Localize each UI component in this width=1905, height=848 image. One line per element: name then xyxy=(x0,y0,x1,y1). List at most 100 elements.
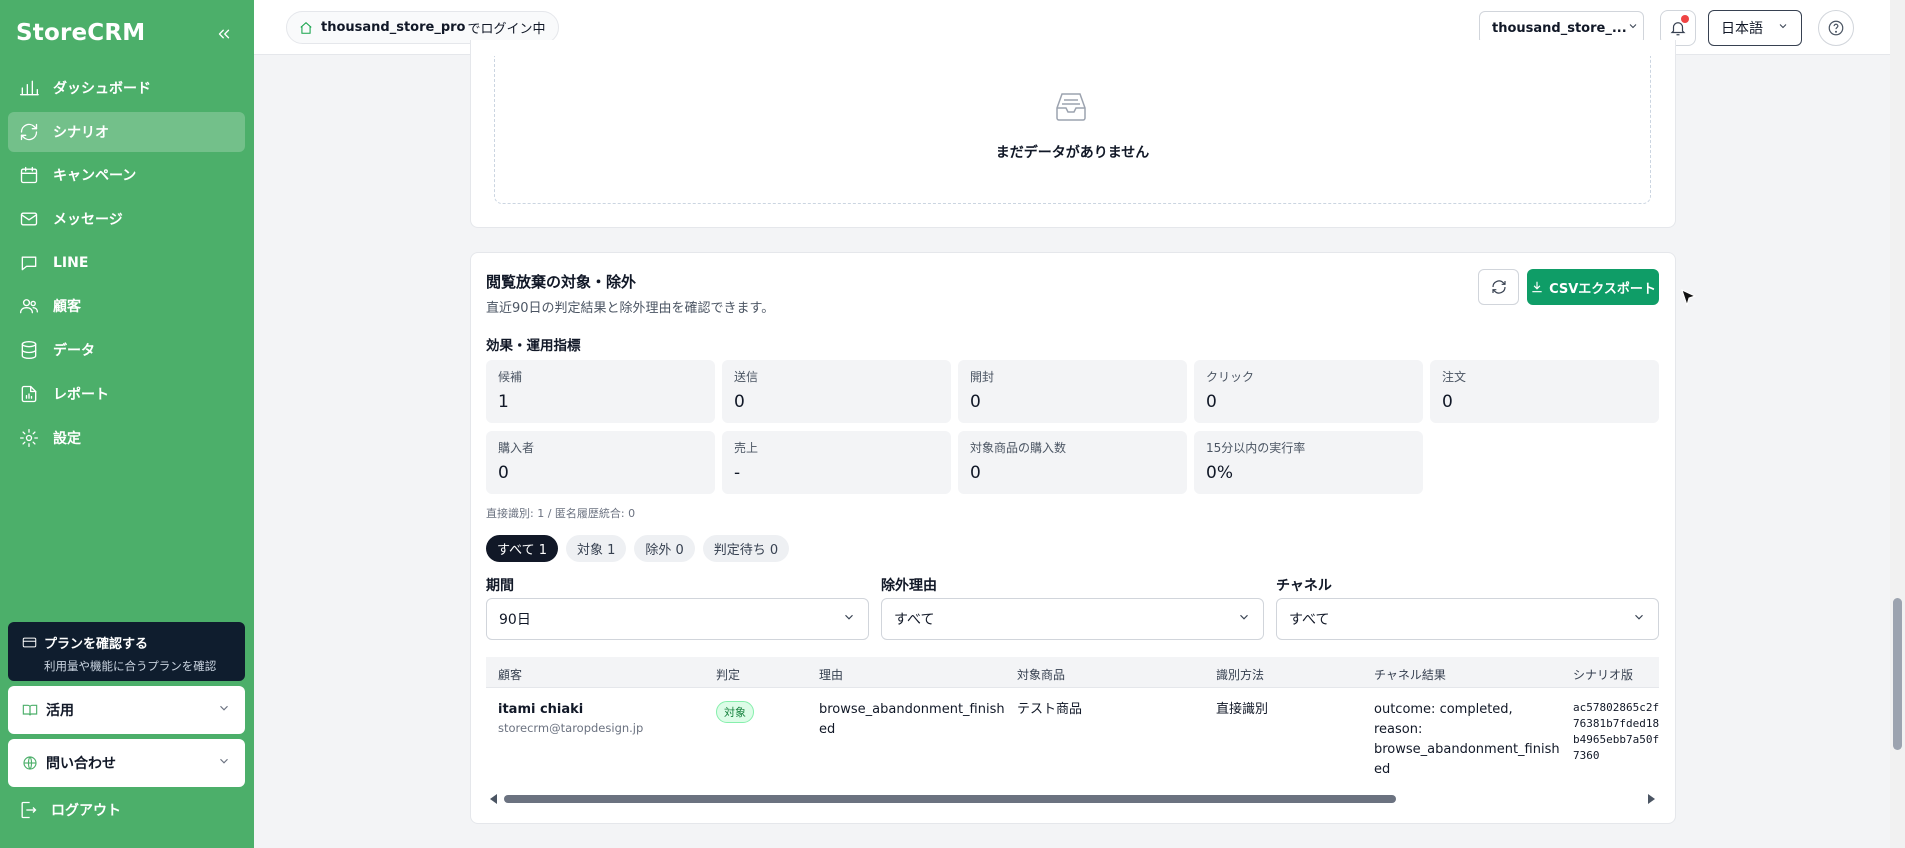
reason-cell: browse_abandonment_finish xyxy=(819,702,1005,717)
scrollbar-thumb[interactable] xyxy=(504,795,1396,803)
sidebar-item-label: 設定 xyxy=(53,430,81,447)
metric-label: 対象商品の購入数 xyxy=(970,441,1067,455)
table-header: 顧客 判定 理由 対象商品 識別方法 チャネル結果 シナリオ版 xyxy=(486,657,1659,688)
sidebar-item-label: シナリオ xyxy=(53,124,109,141)
scrollbar-thumb[interactable] xyxy=(1893,598,1902,750)
contact-accordion[interactable]: 問い合わせ xyxy=(8,739,245,787)
column-header: 理由 xyxy=(819,668,844,682)
home-icon xyxy=(300,21,312,34)
plan-card[interactable]: プランを確認する 利用量や機能に合うプランを確認 xyxy=(8,622,245,681)
channel-select[interactable]: すべて xyxy=(1276,598,1659,640)
channel-result-line: outcome: completed, xyxy=(1374,702,1513,717)
csv-export-button[interactable]: CSVエクスポート xyxy=(1527,269,1659,305)
reason-cell-cont: ed xyxy=(819,722,836,737)
sidebar-item-scenario[interactable]: シナリオ xyxy=(8,111,245,152)
metric-label: 注文 xyxy=(1442,370,1467,384)
period-select[interactable]: 90日 xyxy=(486,598,869,640)
inbox-icon xyxy=(1051,86,1091,126)
chevron-down-icon xyxy=(217,701,231,719)
sidebar-item-label: 顧客 xyxy=(53,299,81,316)
sidebar-item-campaign[interactable]: キャンペーン xyxy=(8,155,245,195)
metric-card: 候補 1 xyxy=(486,360,715,423)
column-header: 顧客 xyxy=(498,668,523,682)
gear-icon xyxy=(18,427,40,449)
sidebar-item-line[interactable]: LINE xyxy=(8,243,245,283)
help-icon xyxy=(1828,20,1844,36)
period-label: 期間 xyxy=(486,578,514,594)
csv-export-label: CSVエクスポート xyxy=(1549,281,1656,297)
mail-icon xyxy=(18,208,40,230)
channel-label: チャネル xyxy=(1276,578,1332,594)
metric-label: 売上 xyxy=(734,441,759,455)
chevron-down-icon xyxy=(1777,20,1789,36)
sidebar-item-report[interactable]: レポート xyxy=(8,374,245,414)
sidebar-item-label: LINE xyxy=(53,254,89,271)
sidebar-item-label: ダッシュボード xyxy=(53,81,151,97)
sidebar-item-dashboard[interactable]: ダッシュボード xyxy=(8,68,245,108)
metric-label: クリック xyxy=(1206,370,1255,384)
refresh-button[interactable] xyxy=(1478,269,1519,305)
channel-result-line: browse_abandonment_finish xyxy=(1374,742,1560,757)
reason-value: すべて xyxy=(894,612,935,628)
column-header: 識別方法 xyxy=(1216,668,1265,682)
column-header: 対象商品 xyxy=(1017,668,1066,682)
sidebar-item-message[interactable]: メッセージ xyxy=(8,199,245,239)
chip-pending[interactable]: 判定待ち 0 xyxy=(702,535,790,562)
language-select[interactable]: 日本語 xyxy=(1708,10,1802,46)
brand-logo: StoreCRM xyxy=(16,20,146,46)
chip-target[interactable]: 対象 1 xyxy=(565,535,627,562)
scroll-left-arrow[interactable] xyxy=(490,794,497,804)
column-header: 判定 xyxy=(716,668,741,682)
users-icon xyxy=(18,295,40,317)
judgement-badge: 対象 xyxy=(716,701,754,723)
metric-card: 送信 0 xyxy=(722,360,951,423)
sidebar-item-data[interactable]: データ xyxy=(8,330,245,370)
globe-icon xyxy=(23,756,37,770)
metric-value: 0 xyxy=(498,463,509,483)
reason-select[interactable]: すべて xyxy=(881,598,1264,640)
logout-button[interactable]: ログアウト xyxy=(18,800,121,820)
channel-result-line: reason: xyxy=(1374,722,1423,737)
help-button[interactable] xyxy=(1818,10,1854,46)
period-value: 90日 xyxy=(499,612,531,628)
chevron-down-icon xyxy=(217,754,231,772)
sidebar-item-label: レポート xyxy=(53,386,109,403)
metric-label: 候補 xyxy=(498,370,523,384)
page-vertical-scrollbar[interactable] xyxy=(1890,0,1905,848)
store-selected: thousand_store_... xyxy=(1492,20,1627,36)
login-user: thousand_store_pro xyxy=(321,20,466,35)
chevron-down-icon xyxy=(1237,610,1251,628)
usage-label: 活用 xyxy=(46,703,74,719)
sidebar-item-settings[interactable]: 設定 xyxy=(8,418,245,458)
metric-value: 0 xyxy=(734,392,745,412)
column-header: シナリオ版 xyxy=(1573,668,1634,682)
report-icon xyxy=(18,383,40,405)
calendar-icon xyxy=(18,164,40,186)
column-header: チャネル結果 xyxy=(1374,668,1446,682)
chip-excluded[interactable]: 除外 0 xyxy=(634,535,695,562)
scenario-version-line: ac57802865c2f xyxy=(1573,701,1660,714)
chat-bubble-icon xyxy=(18,252,40,274)
collapse-sidebar-button[interactable] xyxy=(212,22,236,46)
credit-card-icon xyxy=(22,637,37,648)
scroll-right-arrow[interactable] xyxy=(1648,794,1655,804)
sidebar-item-customers[interactable]: 顧客 xyxy=(8,286,245,326)
metric-label: 送信 xyxy=(734,370,759,384)
table-horizontal-scrollbar[interactable] xyxy=(486,790,1659,806)
empty-state-box: まだデータがありません xyxy=(494,56,1651,204)
metric-value: 0 xyxy=(1442,392,1453,412)
metric-value: 0 xyxy=(970,463,981,483)
scenario-version-line: 7360 xyxy=(1573,749,1600,762)
contact-label: 問い合わせ xyxy=(46,756,116,772)
metric-card: クリック 0 xyxy=(1194,360,1423,423)
chip-all[interactable]: すべて 1 xyxy=(486,535,558,562)
double-chevron-left-icon xyxy=(218,29,230,39)
metric-card: 開封 0 xyxy=(958,360,1187,423)
metrics-heading: 効果・運用指標 xyxy=(486,338,581,354)
metric-value: 0% xyxy=(1206,463,1233,483)
usage-accordion[interactable]: 活用 xyxy=(8,686,245,734)
sidebar-item-label: データ xyxy=(53,343,95,360)
metric-card: 15分以内の実行率 0% xyxy=(1194,431,1423,494)
metric-value: 1 xyxy=(498,392,509,412)
scenario-version-line: 76381b7fded18 xyxy=(1573,717,1660,730)
